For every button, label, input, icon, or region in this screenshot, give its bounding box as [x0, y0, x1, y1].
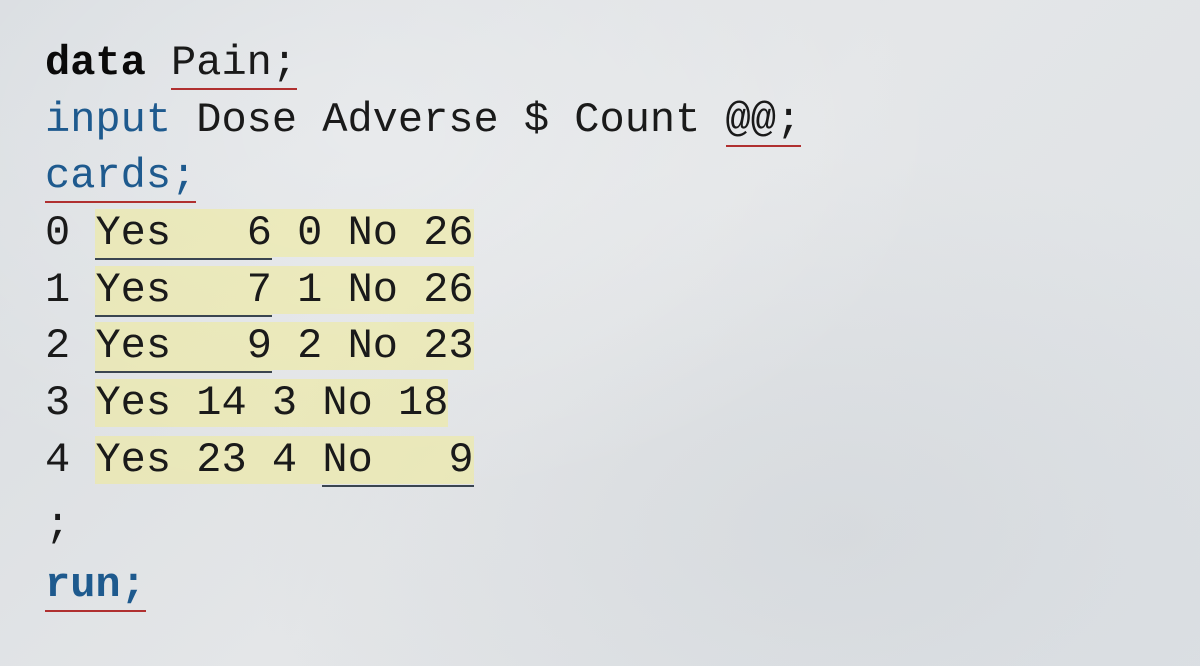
code-line-input: input Dose Adverse $ Count @@;: [45, 92, 1155, 149]
sas-code-editor[interactable]: data Pain; input Dose Adverse $ Count @@…: [45, 35, 1155, 614]
code-line-run: run;: [45, 557, 1155, 614]
data-yes-0: Yes 6: [95, 209, 271, 260]
data-row-3: 3 Yes 14 3 No 18: [45, 375, 1155, 432]
keyword-cards: cards;: [45, 152, 196, 203]
keyword-data: data: [45, 39, 146, 87]
code-line-cards: cards;: [45, 148, 1155, 205]
code-line-terminator: ;: [45, 497, 1155, 554]
data-yes-4: Yes 23 4 No 9: [95, 436, 473, 484]
data-yes-1: Yes 7: [95, 266, 271, 317]
data-row-0: 0 Yes 6 0 No 26: [45, 205, 1155, 262]
data-yes-3: Yes 14 3 No 18: [95, 379, 448, 427]
data-row-4: 4 Yes 23 4 No 9: [45, 432, 1155, 489]
data-yes-2: Yes 9: [95, 322, 271, 373]
input-variables: Dose Adverse $ Count: [171, 96, 726, 144]
trailing-at: @@;: [726, 96, 802, 147]
code-line-data: data Pain;: [45, 35, 1155, 92]
data-row-2: 2 Yes 9 2 No 23: [45, 318, 1155, 375]
dataset-name: Pain;: [171, 39, 297, 90]
keyword-run: run;: [45, 561, 146, 612]
keyword-input: input: [45, 96, 171, 144]
data-row-1: 1 Yes 7 1 No 26: [45, 262, 1155, 319]
